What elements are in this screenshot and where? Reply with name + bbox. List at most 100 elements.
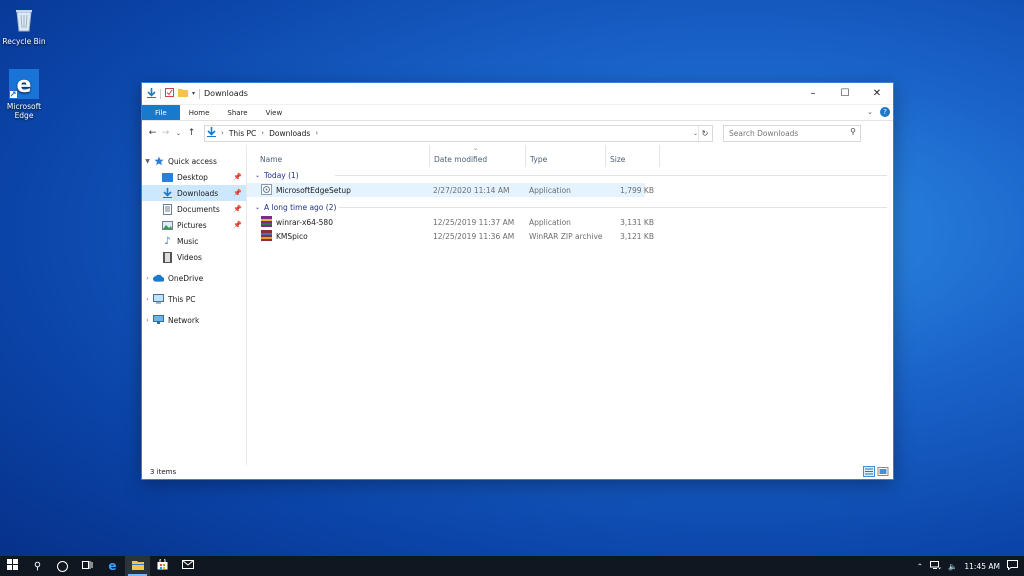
table-row[interactable]: KMSpico 12/25/2019 11:36 AM WinRAR ZIP a… [247,229,893,243]
recycle-bin-icon [9,4,39,34]
tab-home[interactable]: Home [180,105,219,120]
nav-onedrive[interactable]: › OneDrive [142,270,246,286]
maximize-button[interactable]: ☐ [829,83,861,104]
downloads-folder-icon [162,188,173,199]
clock[interactable]: 11:45 AM [964,562,1000,571]
start-button[interactable] [0,556,25,576]
pin-icon: 📌 [233,221,242,229]
network-status-icon[interactable] [930,560,941,572]
nav-this-pc[interactable]: › This PC [142,291,246,307]
file-date: 12/25/2019 11:36 AM [433,231,515,241]
chevron-right-icon[interactable]: › [142,275,153,282]
downloads-folder-icon [207,127,216,139]
forward-arrow-icon[interactable]: → [159,128,172,138]
nav-label: Pictures [177,220,207,230]
customize-dropdown-icon[interactable]: ▾ [192,90,195,97]
file-date: 2/27/2020 11:14 AM [433,185,510,195]
nav-network[interactable]: › Network [142,312,246,328]
show-hidden-icons-icon[interactable]: ⌃ [917,562,923,571]
installer-icon [261,183,272,197]
file-name-cell: winrar-x64-580 [261,215,333,229]
group-header-today[interactable]: ⌄ Today (1) [247,167,893,183]
tab-view[interactable]: View [257,105,292,120]
group-divider [339,207,887,208]
address-bar[interactable]: › This PC › Downloads › ⌄ ↻ [204,124,713,142]
taskbar-mail[interactable] [175,556,200,576]
column-divider[interactable] [525,145,526,167]
nav-documents[interactable]: Documents 📌 [142,201,246,217]
up-arrow-icon[interactable]: ↑ [185,128,198,138]
close-button[interactable]: ✕ [861,83,893,104]
chevron-down-icon[interactable]: ⌄ [255,204,260,211]
file-explorer-window: ▾ Downloads – ☐ ✕ File Home Share View ⌄… [142,83,893,479]
navigation-pane: ▼ Quick access Desktop 📌 Downloads 📌 Doc… [142,145,247,465]
status-bar: 3 items [142,465,893,479]
nav-quick-access[interactable]: ▼ Quick access [142,153,246,169]
column-header-size[interactable]: Size [610,155,625,164]
new-folder-icon[interactable] [178,88,188,99]
nav-label: Music [177,236,199,246]
breadcrumb-this-pc[interactable]: This PC [229,129,256,138]
file-name: winrar-x64-580 [276,217,333,227]
search-icon[interactable]: ⚲ [850,127,856,136]
table-row[interactable]: MicrosoftEdgeSetup 2/27/2020 11:14 AM Ap… [247,183,654,197]
nav-label: Downloads [177,188,219,198]
tab-share[interactable]: Share [218,105,256,120]
column-divider[interactable] [659,145,660,167]
taskbar-store[interactable] [150,556,175,576]
nav-pictures[interactable]: Pictures 📌 [142,217,246,233]
file-type: WinRAR ZIP archive [529,231,603,241]
chevron-right-icon[interactable]: › [142,317,153,324]
separator [199,88,201,99]
pin-icon: 📌 [233,173,242,181]
svg-text:e: e [17,73,32,98]
nav-music[interactable]: ♪ Music [142,233,246,249]
nav-downloads[interactable]: Downloads 📌 [142,185,246,201]
column-divider[interactable] [605,145,606,167]
chevron-right-icon[interactable]: › [315,129,318,137]
column-header-name[interactable]: Name [260,155,282,164]
tab-file[interactable]: File [142,105,180,120]
column-divider[interactable] [429,145,430,167]
search-box[interactable]: Search Downloads ⚲ [723,124,861,142]
desktop-icon-edge[interactable]: e Microsoft Edge [0,69,48,120]
chevron-down-icon[interactable]: ⌄ [255,172,260,179]
search-button[interactable]: ⚲ [25,556,50,576]
breadcrumb-downloads[interactable]: Downloads [269,129,310,138]
file-type: Application [529,217,571,227]
taskbar-file-explorer[interactable] [125,556,150,576]
chevron-right-icon[interactable]: › [142,296,153,303]
task-view-button[interactable] [75,556,100,576]
desktop-icon-recycle-bin[interactable]: Recycle Bin [0,4,48,46]
details-view-icon[interactable] [863,466,875,477]
search-input[interactable]: Search Downloads [729,129,798,138]
notifications-icon[interactable] [1007,560,1018,572]
chevron-down-icon[interactable]: ▼ [142,158,153,165]
star-icon [153,156,164,167]
chevron-right-icon[interactable]: › [261,129,264,137]
minimize-button[interactable]: – [797,83,829,104]
cortana-circle-icon [57,560,68,572]
help-icon[interactable]: ? [880,107,890,117]
file-name-cell: KMSpico [261,229,308,243]
table-row[interactable]: winrar-x64-580 12/25/2019 11:37 AM Appli… [247,215,893,229]
column-header-date[interactable]: Date modified [434,155,487,164]
nav-label: This PC [168,294,196,304]
cortana-button[interactable] [50,556,75,576]
column-header-type[interactable]: Type [530,155,547,164]
refresh-icon[interactable]: ↻ [698,125,711,141]
properties-icon[interactable] [165,88,174,99]
recent-locations-icon[interactable]: ⌄ [172,130,185,137]
videos-folder-icon [162,251,173,263]
chevron-right-icon[interactable]: › [221,129,224,137]
taskbar-edge[interactable]: e [100,556,125,576]
back-arrow-icon[interactable]: ← [146,128,159,138]
desktop-folder-icon [162,172,173,183]
nav-desktop[interactable]: Desktop 📌 [142,169,246,185]
nav-label: Desktop [177,172,208,182]
large-icons-view-icon[interactable] [877,466,889,477]
volume-icon[interactable]: 🔈 [948,562,957,571]
nav-videos[interactable]: Videos [142,249,246,265]
group-header-long-time-ago[interactable]: ⌄ A long time ago (2) [247,199,893,215]
expand-ribbon-icon[interactable]: ⌄ [867,108,873,116]
